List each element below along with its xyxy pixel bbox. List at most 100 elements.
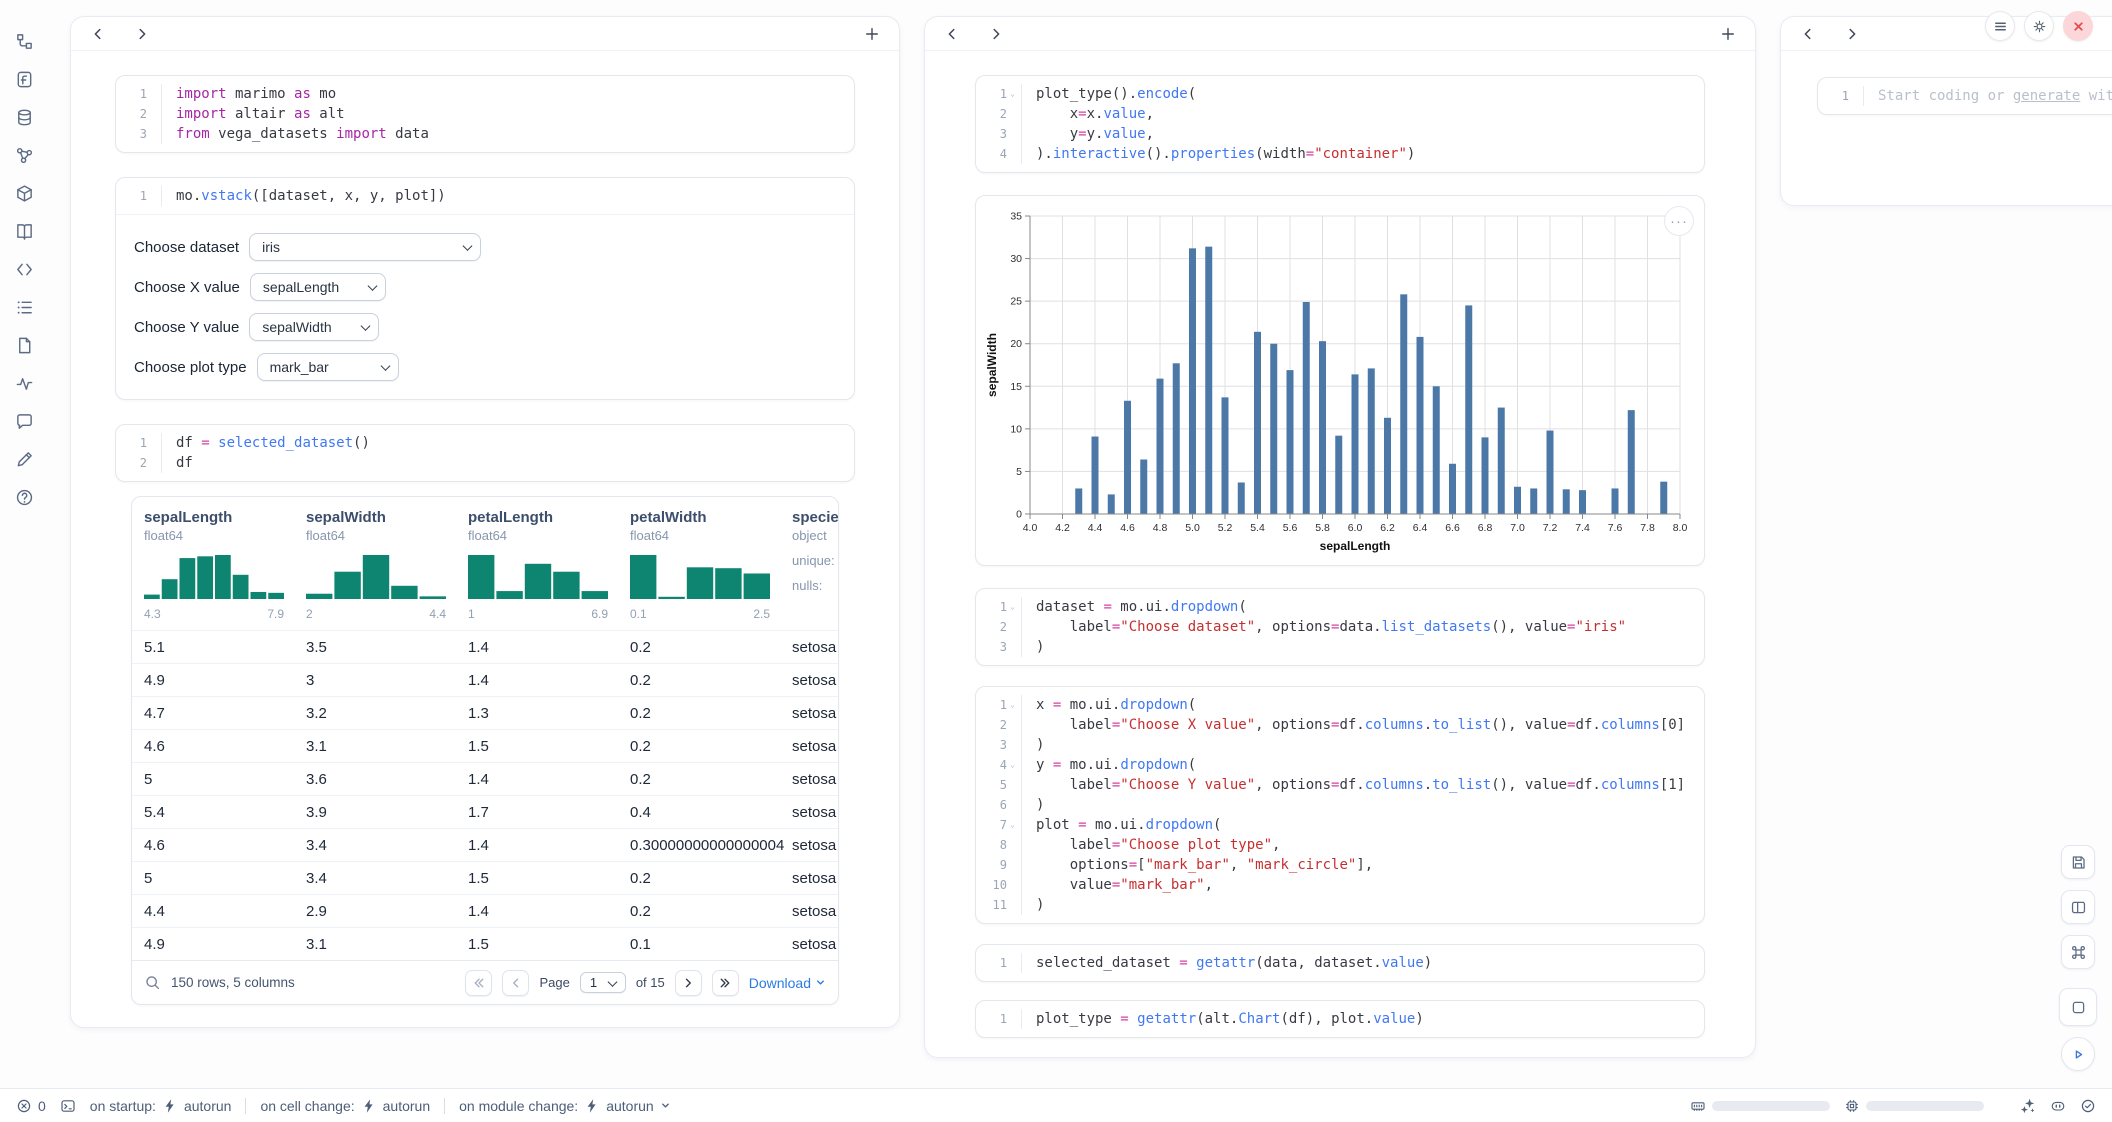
sidebar-item-tracing[interactable] xyxy=(13,372,35,394)
run-play-icon[interactable] xyxy=(2061,1037,2095,1071)
fold-chevron-icon[interactable]: ⌄ xyxy=(1007,597,1018,617)
chart-options-icon[interactable]: ··· xyxy=(1664,206,1694,236)
tracing-icon xyxy=(15,374,34,393)
code-cell-plot-type[interactable]: 1plot_type = getattr(alt.Chart(df), plot… xyxy=(975,1000,1705,1038)
fold-chevron-icon[interactable]: ⌄ xyxy=(1007,755,1018,775)
sidebar-item-file-explorer[interactable] xyxy=(13,30,35,52)
dropdown-select-choose-y-value[interactable]: sepalWidth xyxy=(249,313,379,341)
sidebar-item-logs[interactable] xyxy=(13,296,35,318)
code-cell-imports[interactable]: 1import marimo as mo2import altair as al… xyxy=(115,75,855,153)
prev-page-icon[interactable] xyxy=(502,970,529,996)
table-cell: 1.4 xyxy=(456,837,618,854)
shutdown-close-icon[interactable] xyxy=(2063,11,2093,41)
sidebar-item-help[interactable] xyxy=(13,486,35,508)
on-startup-label: on startup: xyxy=(90,1098,156,1114)
table-cell: 0.2 xyxy=(618,903,780,920)
fold-chevron-icon[interactable]: ⌄ xyxy=(1007,695,1018,715)
left-panel-header xyxy=(71,17,899,51)
control-row: Choose plot typemark_bar xyxy=(134,353,836,381)
add-cell-icon[interactable] xyxy=(863,25,881,43)
copilot-icon[interactable] xyxy=(2050,1098,2066,1114)
page-number-select[interactable]: 1 xyxy=(580,972,626,993)
fold-chevron-icon[interactable]: ⌄ xyxy=(1007,815,1018,835)
fold-chevron-icon[interactable]: ⌄ xyxy=(1007,84,1018,104)
svg-text:7.6: 7.6 xyxy=(1608,522,1623,534)
settings-gear-icon[interactable] xyxy=(2024,11,2054,41)
table-row[interactable]: 5.43.91.70.4setosa xyxy=(132,795,838,828)
dropdown-select-choose-dataset[interactable]: iris xyxy=(249,233,481,261)
packages-icon xyxy=(15,184,34,203)
panel-layout-icon[interactable] xyxy=(2061,890,2095,924)
dropdown-select-choose-x-value[interactable]: sepalLength xyxy=(250,273,386,301)
code-line: 6) xyxy=(976,795,1704,815)
table-row[interactable]: 4.931.40.2setosa xyxy=(132,663,838,696)
code-line: 10 value="mark_bar", xyxy=(976,875,1704,895)
sidebar-item-chat[interactable] xyxy=(13,410,35,432)
snippets-icon xyxy=(15,260,34,279)
sidebar-item-documentation[interactable] xyxy=(13,220,35,242)
table-row[interactable]: 53.41.50.2setosa xyxy=(132,861,838,894)
code-line: 1df = selected_dataset() xyxy=(116,433,854,453)
error-count-indicator[interactable]: 0 xyxy=(16,1098,46,1114)
table-column-header[interactable]: sepalWidthfloat6424.4 xyxy=(294,509,456,630)
hist-max-label: 2.5 xyxy=(753,607,770,621)
sidebar-item-dependencies[interactable] xyxy=(13,144,35,166)
lightning-icon xyxy=(584,1098,600,1114)
add-cell-icon[interactable] xyxy=(1719,25,1737,43)
dataframe-table: sepalLengthfloat644.37.9sepalWidthfloat6… xyxy=(131,496,839,1005)
table-column-header[interactable]: petalWidthfloat640.12.5 xyxy=(618,509,780,630)
table-cell: setosa xyxy=(780,903,838,920)
scroll-right-icon[interactable] xyxy=(133,25,151,43)
hist-max-label: 7.9 xyxy=(267,607,284,621)
on-cell-change-toggle[interactable]: on cell change: autorun xyxy=(260,1098,430,1114)
scroll-left-icon[interactable] xyxy=(89,25,107,43)
table-row[interactable]: 4.93.11.50.1setosa xyxy=(132,927,838,960)
table-column-header[interactable]: petalLengthfloat6416.9 xyxy=(456,509,618,630)
scroll-right-icon[interactable] xyxy=(987,25,1005,43)
scroll-left-icon[interactable] xyxy=(1799,25,1817,43)
table-row[interactable]: 53.61.40.2setosa xyxy=(132,762,838,795)
code-cell-df[interactable]: 1df = selected_dataset()2df xyxy=(115,424,855,482)
scroll-left-icon[interactable] xyxy=(943,25,961,43)
sidebar-item-scratchpad[interactable] xyxy=(13,334,35,356)
sidebar-item-functions[interactable] xyxy=(13,68,35,90)
code-cell-vstack[interactable]: 1mo.vstack([dataset, x, y, plot]) Choose… xyxy=(115,177,855,400)
sidebar-item-packages[interactable] xyxy=(13,182,35,204)
column-name: sepalWidth xyxy=(306,509,456,526)
on-module-change-toggle[interactable]: on module change: autorun xyxy=(459,1098,671,1114)
table-column-header[interactable]: sepalLengthfloat644.37.9 xyxy=(132,509,294,630)
first-page-icon[interactable] xyxy=(465,970,492,996)
table-row[interactable]: 4.63.41.40.30000000000000004setosa xyxy=(132,828,838,861)
dropdown-select-choose-plot-type[interactable]: mark_bar xyxy=(257,353,399,381)
menu-icon[interactable] xyxy=(1985,11,2015,41)
ai-sparkle-icon[interactable] xyxy=(2020,1098,2036,1114)
code-line: 1Start coding or generate with xyxy=(1818,86,2112,106)
code-cell-xy-plot-dropdowns[interactable]: 1⌄x = mo.ui.dropdown(2 label="Choose X v… xyxy=(975,686,1705,924)
connection-status-icon[interactable] xyxy=(2080,1098,2096,1114)
save-icon[interactable] xyxy=(2061,845,2095,879)
on-startup-toggle[interactable]: on startup: autorun xyxy=(90,1098,232,1114)
table-row[interactable]: 4.42.91.40.2setosa xyxy=(132,894,838,927)
table-row[interactable]: 4.63.11.50.2setosa xyxy=(132,729,838,762)
command-palette-icon[interactable] xyxy=(2061,935,2095,969)
search-icon[interactable] xyxy=(144,974,161,991)
scroll-right-icon[interactable] xyxy=(1843,25,1861,43)
terminal-icon[interactable] xyxy=(60,1098,76,1114)
minimap-icon[interactable] xyxy=(2059,988,2097,1026)
table-column-header[interactable]: speciesobjectunique:nulls: xyxy=(780,509,838,630)
code-cell-selected-dataset[interactable]: 1selected_dataset = getattr(data, datase… xyxy=(975,944,1705,982)
last-page-icon[interactable] xyxy=(712,970,739,996)
code-line: 2 label="Choose X value", options=df.col… xyxy=(976,715,1704,735)
hist-min-label: 2 xyxy=(306,607,313,621)
download-button[interactable]: Download xyxy=(749,975,826,991)
next-page-icon[interactable] xyxy=(675,970,702,996)
sidebar-item-snippets[interactable] xyxy=(13,258,35,280)
sidebar-item-datasets[interactable] xyxy=(13,106,35,128)
sidebar-item-annotations[interactable] xyxy=(13,448,35,470)
table-row[interactable]: 5.13.51.40.2setosa xyxy=(132,630,838,663)
left-column-panel: 1import marimo as mo2import altair as al… xyxy=(70,16,900,1028)
code-cell-dataset-dropdown[interactable]: 1⌄dataset = mo.ui.dropdown(2 label="Choo… xyxy=(975,588,1705,666)
code-cell-encode[interactable]: 1⌄plot_type().encode(2 x=x.value,3 y=y.v… xyxy=(975,75,1705,173)
empty-code-cell[interactable]: 1Start coding or generate with xyxy=(1817,77,2112,115)
table-row[interactable]: 4.73.21.30.2setosa xyxy=(132,696,838,729)
